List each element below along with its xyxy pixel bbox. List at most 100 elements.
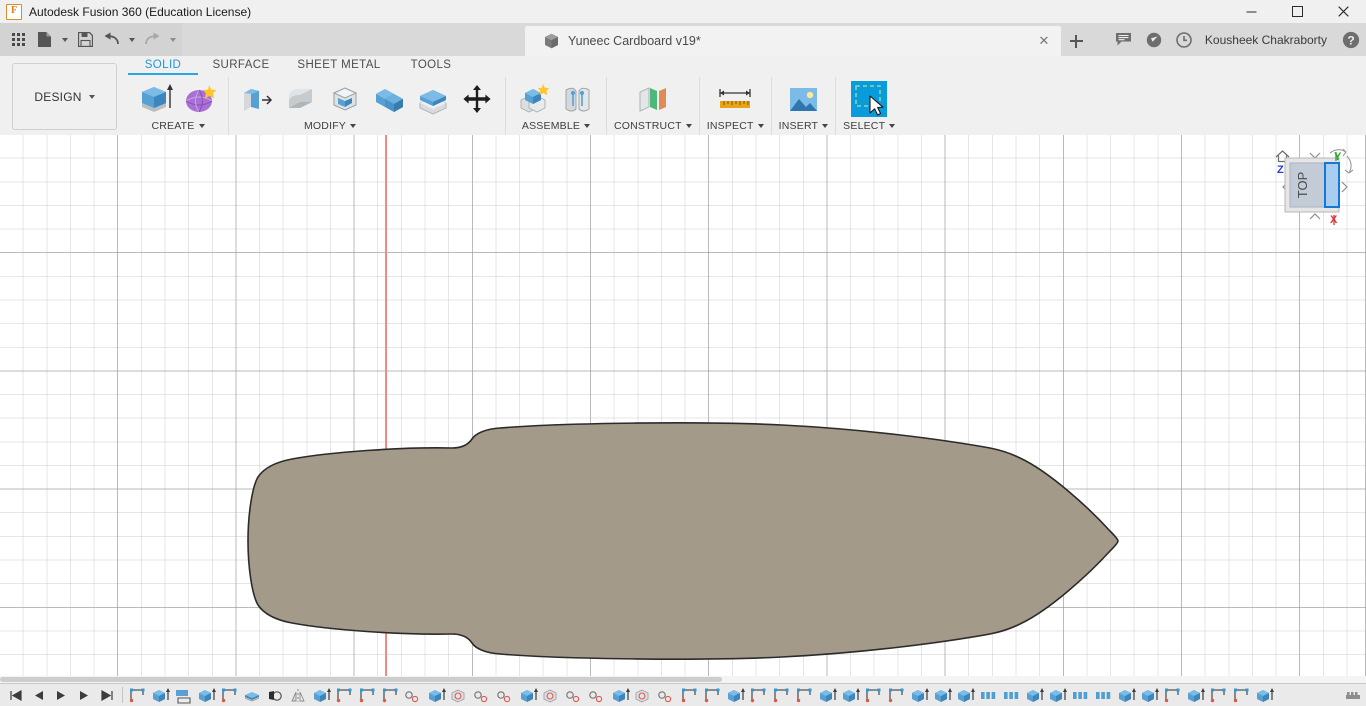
help-question-icon[interactable]: ?: [1336, 23, 1366, 56]
timeline-feature-fillet[interactable]: [656, 686, 678, 705]
timeline-feature-extrude[interactable]: [817, 686, 839, 705]
timeline-feature-fillet[interactable]: [403, 686, 425, 705]
maximize-button[interactable]: [1274, 0, 1320, 23]
design-canvas[interactable]: TOP Z Y X: [0, 135, 1366, 683]
wing-body[interactable]: [0, 135, 1366, 683]
timeline-feature-extrude[interactable]: [1185, 686, 1207, 705]
timeline-feature-sketch[interactable]: [748, 686, 770, 705]
timeline-feature-sketch[interactable]: [1162, 686, 1184, 705]
document-tab-close-icon[interactable]: ✕: [1037, 34, 1051, 48]
timeline-feature-extrude[interactable]: [955, 686, 977, 705]
select-tool-icon[interactable]: [848, 79, 890, 119]
offset-plane-tool-icon[interactable]: [632, 79, 674, 119]
timeline-go-start[interactable]: [4, 685, 26, 705]
timeline-feature-extrude[interactable]: [1139, 686, 1161, 705]
timeline-feature-sketch[interactable]: [334, 686, 356, 705]
timeline-feature-revolve[interactable]: [265, 686, 287, 705]
timeline-feature-sketch[interactable]: [127, 686, 149, 705]
timeline-feature-list[interactable]: [127, 685, 1340, 705]
timeline-feature-sketch[interactable]: [1231, 686, 1253, 705]
timeline-feature-sketch[interactable]: [702, 686, 724, 705]
timeline-feature-fillet[interactable]: [564, 686, 586, 705]
timeline-feature-extrude[interactable]: [725, 686, 747, 705]
insert-canvas-tool-icon[interactable]: [782, 79, 824, 119]
timeline-feature-sketch[interactable]: [886, 686, 908, 705]
timeline-feature-fillet[interactable]: [495, 686, 517, 705]
timeline-feature-pattern[interactable]: [1093, 686, 1115, 705]
timeline-feature-pattern[interactable]: [1001, 686, 1023, 705]
timeline-feature-extrude[interactable]: [840, 686, 862, 705]
timeline-feature-pattern[interactable]: [978, 686, 1000, 705]
timeline-feature-extrude[interactable]: [196, 686, 218, 705]
view-cube[interactable]: TOP Z Y X: [1268, 135, 1358, 230]
tab-surface[interactable]: SURFACE: [198, 56, 284, 73]
timeline-feature-sketch[interactable]: [771, 686, 793, 705]
joint-tool-icon[interactable]: [557, 79, 599, 119]
undo-caret[interactable]: [126, 28, 137, 51]
timeline-go-end[interactable]: [96, 685, 118, 705]
tab-sheet-metal[interactable]: SHEET METAL: [284, 56, 394, 73]
timeline-feature-sketch[interactable]: [380, 686, 402, 705]
timeline-feature-extrude[interactable]: [1024, 686, 1046, 705]
create-form-tool-icon[interactable]: [179, 79, 221, 119]
timeline-feature-pattern[interactable]: [1070, 686, 1092, 705]
offset-face-tool-icon[interactable]: [412, 79, 454, 119]
timeline-feature-offset-face[interactable]: [242, 686, 264, 705]
timeline-feature-fillet[interactable]: [587, 686, 609, 705]
press-pull-tool-icon[interactable]: [236, 79, 278, 119]
timeline-play[interactable]: [50, 685, 72, 705]
workspace-selector[interactable]: DESIGN: [12, 63, 117, 130]
shell-tool-icon[interactable]: [324, 79, 366, 119]
timeline-step-back[interactable]: [27, 685, 49, 705]
horizontal-scrollbar[interactable]: [0, 676, 1366, 683]
timeline-feature-sketch[interactable]: [1208, 686, 1230, 705]
new-component-tool-icon[interactable]: [513, 79, 555, 119]
timeline-feature-extrude[interactable]: [610, 686, 632, 705]
timeline-feature-fillet[interactable]: [472, 686, 494, 705]
new-tab-button[interactable]: [1063, 26, 1089, 56]
timeline-feature-shell[interactable]: [449, 686, 471, 705]
timeline-feature-shell[interactable]: [633, 686, 655, 705]
comments-icon[interactable]: [1109, 23, 1139, 56]
document-tab[interactable]: Yuneec Cardboard v19* ✕: [525, 26, 1061, 56]
undo-button[interactable]: [100, 28, 123, 51]
new-file-button[interactable]: [33, 28, 56, 51]
close-button[interactable]: [1320, 0, 1366, 23]
extrude-tool-icon[interactable]: [135, 79, 177, 119]
tab-solid[interactable]: SOLID: [128, 56, 198, 75]
timeline-feature-extrude[interactable]: [909, 686, 931, 705]
tab-tools[interactable]: TOOLS: [394, 56, 468, 73]
timeline-feature-sketch[interactable]: [863, 686, 885, 705]
minimize-button[interactable]: [1228, 0, 1274, 23]
timeline-feature-sketch-plane[interactable]: [173, 686, 195, 705]
timeline-feature-mirror[interactable]: [288, 686, 310, 705]
timeline-feature-extrude[interactable]: [932, 686, 954, 705]
save-button[interactable]: [74, 28, 97, 51]
timeline-end-handle[interactable]: [1340, 691, 1366, 700]
timeline-feature-extrude[interactable]: [311, 686, 333, 705]
move-copy-tool-icon[interactable]: [456, 79, 498, 119]
combine-tool-icon[interactable]: [368, 79, 410, 119]
timeline-feature-extrude[interactable]: [150, 686, 172, 705]
timeline-feature-extrude[interactable]: [518, 686, 540, 705]
timeline-feature-extrude[interactable]: [1254, 686, 1276, 705]
measure-tool-icon[interactable]: [714, 79, 756, 119]
new-file-caret[interactable]: [59, 28, 70, 51]
timeline-feature-sketch[interactable]: [219, 686, 241, 705]
timeline-feature-extrude[interactable]: [426, 686, 448, 705]
notifications-icon[interactable]: [1139, 23, 1169, 56]
horizontal-scrollbar-thumb[interactable]: [0, 677, 722, 682]
fillet-tool-icon[interactable]: [280, 79, 322, 119]
timeline-feature-shell[interactable]: [541, 686, 563, 705]
timeline-feature-extrude[interactable]: [1047, 686, 1069, 705]
timeline-feature-sketch[interactable]: [679, 686, 701, 705]
timeline-step-forward[interactable]: [73, 685, 95, 705]
recent-activity-icon[interactable]: [1169, 23, 1199, 56]
redo-caret[interactable]: [167, 28, 178, 51]
user-name-label[interactable]: Kousheek Chakraborty: [1205, 33, 1327, 47]
redo-button[interactable]: [141, 28, 164, 51]
timeline-feature-sketch[interactable]: [357, 686, 379, 705]
app-grid-button[interactable]: [7, 28, 30, 51]
timeline-feature-sketch[interactable]: [794, 686, 816, 705]
timeline-feature-extrude[interactable]: [1116, 686, 1138, 705]
